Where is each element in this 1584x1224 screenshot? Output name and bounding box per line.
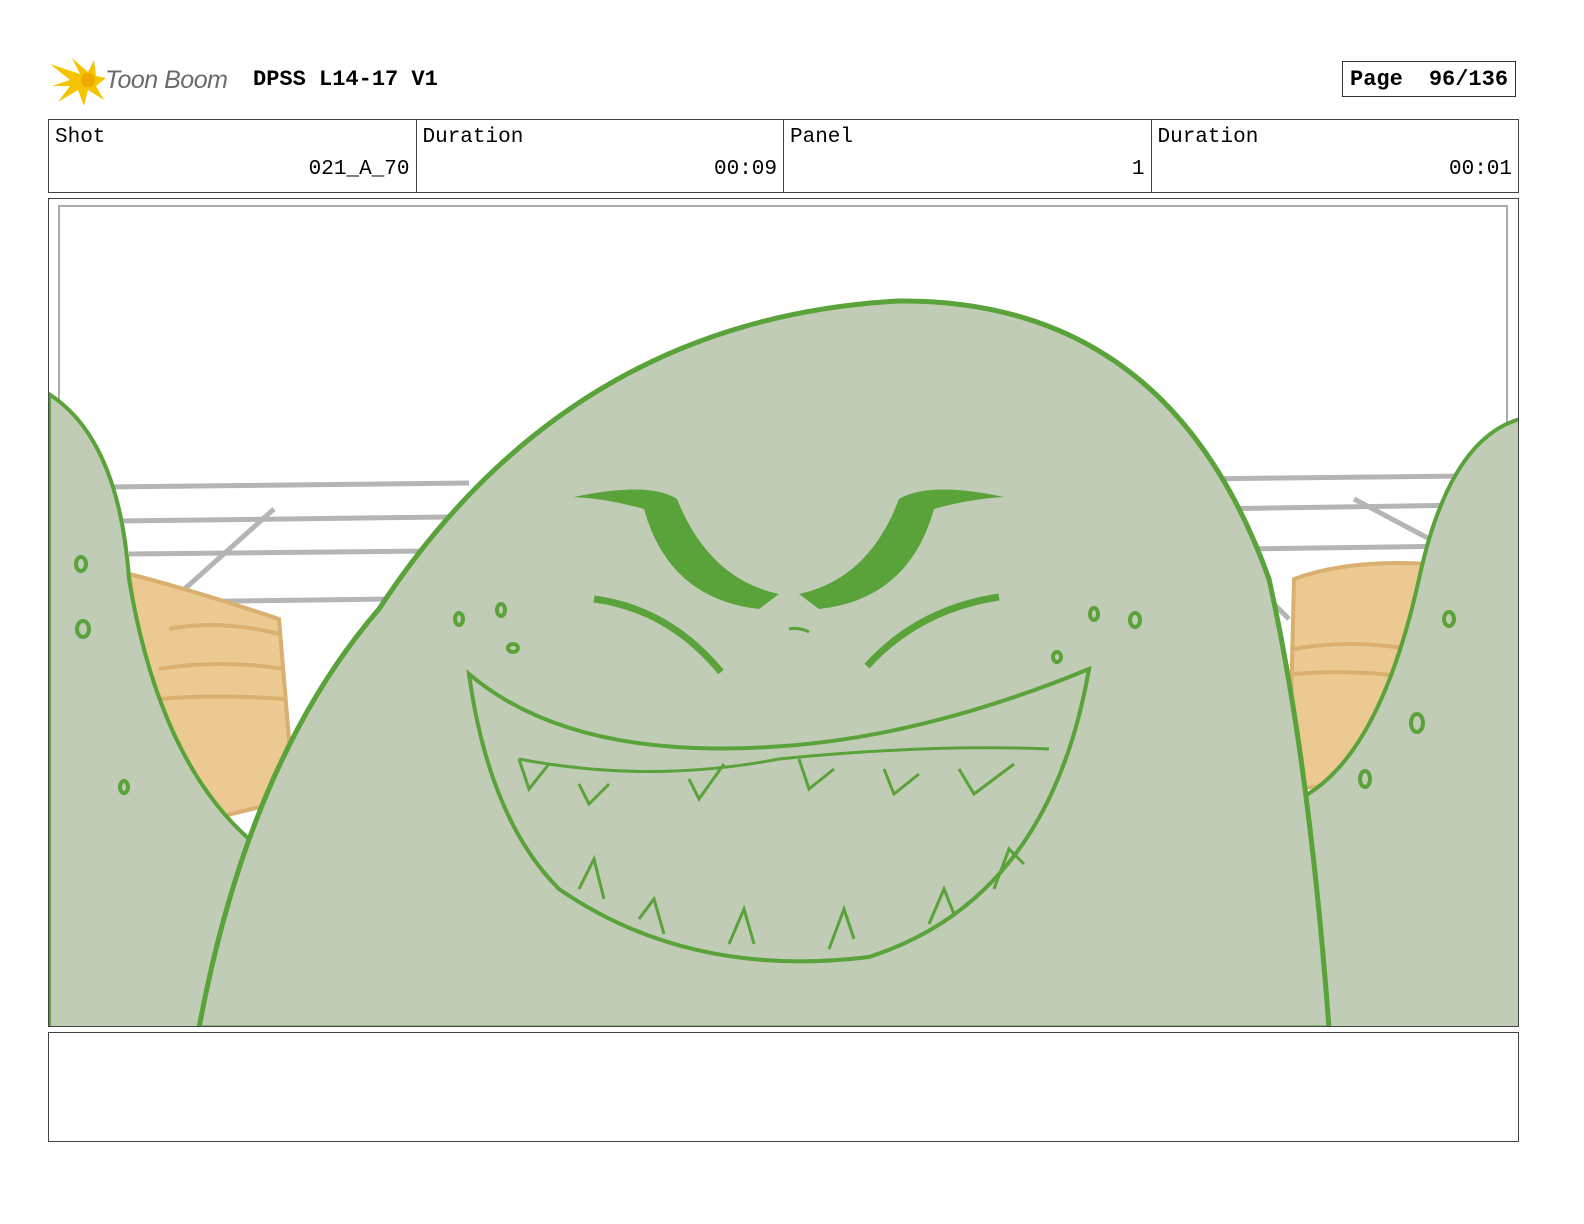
document-title: DPSS L14-17 V1 — [253, 67, 438, 92]
shot-value: 021_A_70 — [308, 158, 410, 181]
panel-duration-cell: Duration 00:01 — [1152, 120, 1519, 192]
shot-label: Shot — [55, 126, 106, 149]
panel-label: Panel — [790, 126, 854, 149]
panel-duration-value: 00:01 — [1448, 158, 1512, 181]
page-number: 96/136 — [1428, 66, 1509, 92]
shot-cell: Shot 021_A_70 — [49, 120, 417, 192]
logo-text: Toon Boom — [105, 66, 228, 94]
panel-duration-label: Duration — [1157, 126, 1259, 149]
shot-duration-cell: Duration 00:09 — [417, 120, 784, 192]
creature-body — [196, 298, 1332, 1026]
storyboard-panel — [48, 198, 1519, 1027]
page-label: Page — [1350, 66, 1403, 92]
panel-cell: Panel 1 — [784, 120, 1152, 192]
shot-duration-label: Duration — [422, 126, 524, 149]
panel-drawing — [49, 205, 1518, 1026]
toon-boom-logo: Toon Boom — [50, 56, 240, 106]
panel-value: 1 — [1131, 158, 1145, 181]
page-indicator: Page 96/136 — [1342, 61, 1516, 97]
notes-area — [48, 1032, 1519, 1142]
shot-duration-value: 00:09 — [713, 158, 777, 181]
shot-info-row: Shot 021_A_70 Duration 00:09 Panel 1 Dur… — [48, 119, 1519, 193]
starburst-icon — [50, 58, 106, 106]
